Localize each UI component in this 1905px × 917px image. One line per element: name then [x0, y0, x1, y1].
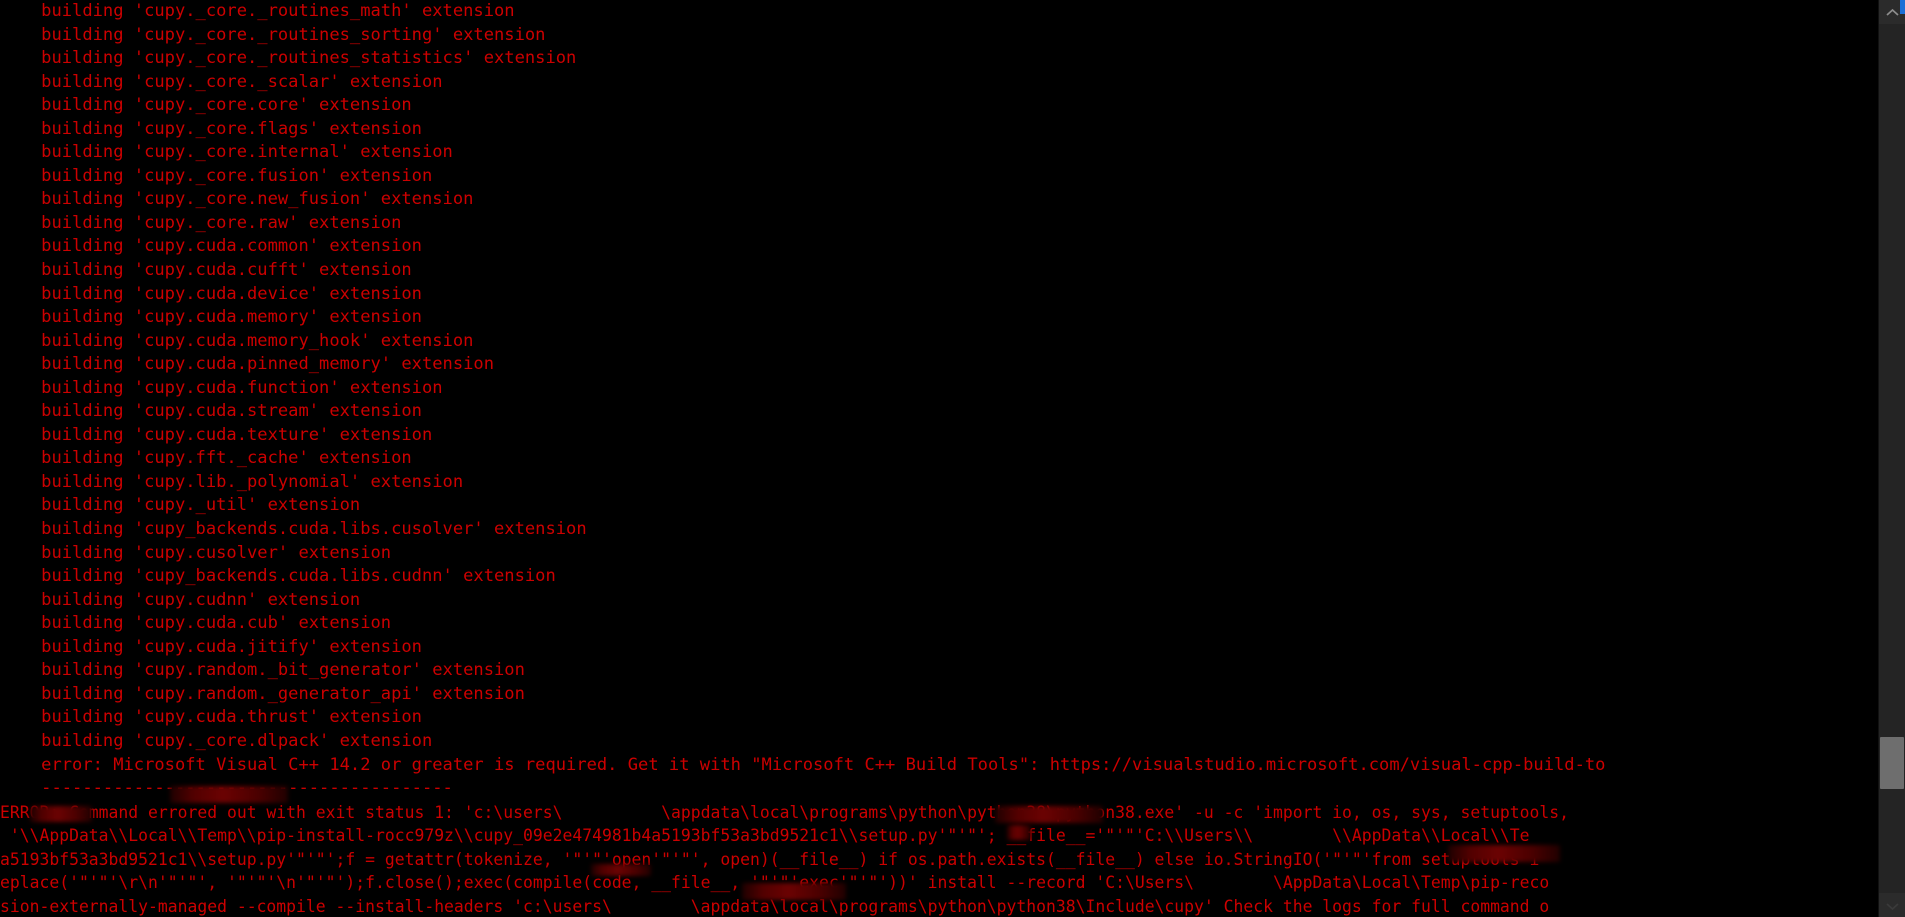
console-line: error: Microsoft Visual C++ 14.2 or grea…: [0, 754, 1606, 775]
console-line: building 'cupy._core.flags' extension: [0, 118, 422, 139]
console-line: building 'cupy.cuda.function' extension: [0, 377, 443, 398]
chevron-up-icon: [1885, 8, 1899, 17]
console-line: building 'cupy._core._routines_math' ext…: [0, 1, 515, 21]
console-line: building 'cupy.random._generator_api' ex…: [0, 683, 525, 704]
console-line: building 'cupy.random._bit_generator' ex…: [0, 660, 525, 681]
console-error-line: a5193bf53a3bd9521c1\\setup.py'"'"';f = g…: [0, 849, 1540, 869]
console-line: building 'cupy._core._routines_sorting' …: [0, 24, 546, 45]
console-line: building 'cupy._core._scalar' extension: [0, 71, 443, 92]
console-line: building 'cupy.cuda.memory_hook' extensi…: [0, 330, 474, 351]
console-error-line: '\\AppData\\Local\\Temp\\pip-install-roc…: [0, 826, 1530, 846]
console-line: building 'cupy.cuda.texture' extension: [0, 424, 433, 445]
console-line: building 'cupy.fft._cache' extension: [0, 448, 412, 469]
console-line: building 'cupy.cuda.cufft' extension: [0, 260, 412, 281]
console-line: building 'cupy.cuda.thrust' extension: [0, 707, 422, 728]
console-line: building 'cupy.cuda.memory' extension: [0, 307, 422, 328]
console-line: building 'cupy.cuda.pinned_memory' exten…: [0, 354, 494, 375]
console-line: building 'cupy.cudnn' extension: [0, 589, 361, 610]
vertical-scrollbar[interactable]: [1878, 0, 1905, 917]
console-line: building 'cupy._core.fusion' extension: [0, 165, 433, 186]
console-line: building 'cupy.cuda.device' extension: [0, 283, 422, 304]
console-line: building 'cupy._core.raw' extension: [0, 212, 402, 233]
console-line: building 'cupy.cuda.cub' extension: [0, 613, 392, 634]
console-log-lines: building 'cupy._core._routines_math' ext…: [0, 0, 1878, 801]
terminal-window: building 'cupy._core._routines_math' ext…: [0, 0, 1905, 917]
console-line: building 'cupy.lib._polynomial' extensio…: [0, 471, 464, 492]
console-output-area[interactable]: building 'cupy._core._routines_math' ext…: [0, 0, 1878, 917]
console-error-block: ERROR: Command errored out with exit sta…: [0, 801, 1878, 917]
scroll-thumb[interactable]: [1880, 736, 1904, 789]
console-error-line: ERROR: Command errored out with exit sta…: [0, 802, 1570, 822]
console-line: building 'cupy.cuda.stream' extension: [0, 401, 422, 422]
console-line: building 'cupy._core.dlpack' extension: [0, 730, 433, 751]
console-line: building 'cupy.cuda.jitify' extension: [0, 636, 422, 657]
console-line: building 'cupy._core._routines_statistic…: [0, 48, 577, 69]
console-line: building 'cupy._core.internal' extension: [0, 142, 453, 163]
scroll-down-button[interactable]: [1879, 893, 1905, 917]
console-line: ----------------------------------------: [0, 778, 453, 799]
console-error-line: eplace('"'"'\r\n'"'"', '"'"'\n'"'"');f.c…: [0, 873, 1550, 893]
console-line: building 'cupy.cuda.common' extension: [0, 236, 422, 257]
console-line: building 'cupy._core.new_fusion' extensi…: [0, 189, 474, 210]
console-line: building 'cupy._util' extension: [0, 495, 361, 516]
console-line: building 'cupy._core.core' extension: [0, 95, 412, 116]
console-line: building 'cupy_backends.cuda.libs.cusolv…: [0, 519, 587, 540]
window-focus-indicator: [1900, 0, 1905, 14]
scroll-track[interactable]: [1879, 24, 1905, 893]
console-line: building 'cupy_backends.cuda.libs.cudnn'…: [0, 566, 556, 587]
chevron-down-icon: [1885, 896, 1899, 915]
console-error-line: sion-externally-managed --compile --inst…: [0, 896, 1550, 916]
console-line: building 'cupy.cusolver' extension: [0, 542, 392, 563]
